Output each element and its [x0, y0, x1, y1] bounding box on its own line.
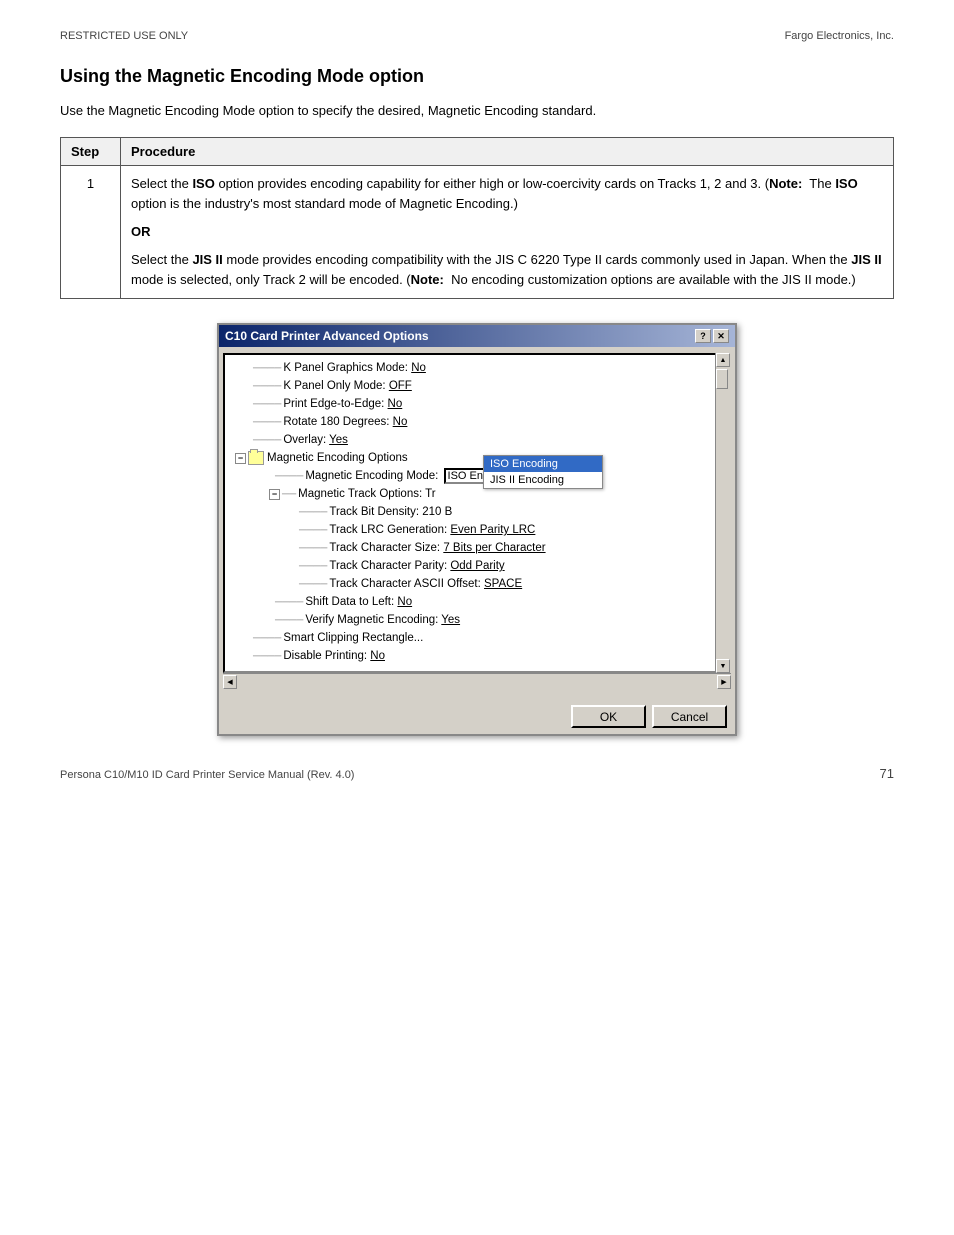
vertical-scrollbar[interactable]: ▲ ▼: [715, 353, 731, 673]
dialog-title-buttons: ? ✕: [695, 329, 729, 343]
horiz-scroll-track: [237, 675, 717, 689]
dialog: C10 Card Printer Advanced Options ? ✕ ──…: [217, 323, 737, 736]
tree-item-char-parity[interactable]: ──── Track Character Parity: Odd Parity: [225, 557, 729, 575]
tree-line-icon: ────: [253, 363, 281, 374]
dialog-wrapper: C10 Card Printer Advanced Options ? ✕ ──…: [60, 323, 894, 736]
tree-item-bit-density[interactable]: ──── Track Bit Density: 210 B: [225, 503, 729, 521]
tree-item-edge-to-edge[interactable]: ──── Print Edge-to-Edge: No: [225, 395, 729, 413]
tree-line-icon: ────: [253, 381, 281, 392]
step-content: Select the ISO option provides encoding …: [121, 165, 894, 299]
tree-item-label: K Panel Graphics Mode: No: [283, 362, 426, 374]
tree-item-kpanel-graphics[interactable]: ──── K Panel Graphics Mode: No: [225, 359, 729, 377]
tree-item-overlay[interactable]: ──── Overlay: Yes: [225, 431, 729, 449]
expand-icon[interactable]: −: [235, 453, 246, 464]
tree-item-rotate[interactable]: ──── Rotate 180 Degrees: No: [225, 413, 729, 431]
tree-item-label: Overlay: Yes: [283, 434, 348, 446]
tree-line-icon: ────: [299, 579, 327, 590]
tree-item-label: Print Edge-to-Edge: No: [283, 398, 402, 410]
tree-line-icon: ────: [253, 435, 281, 446]
scroll-right-button[interactable]: ▶: [717, 675, 731, 689]
tree-item-magnetic-encoding-root[interactable]: − Magnetic Encoding Options: [225, 449, 729, 467]
tree-line-icon: ────: [253, 399, 281, 410]
header: RESTRICTED USE ONLY Fargo Electronics, I…: [60, 30, 894, 42]
footer: Persona C10/M10 ID Card Printer Service …: [60, 766, 894, 781]
tree-item-kpanel-only[interactable]: ──── K Panel Only Mode: OFF: [225, 377, 729, 395]
tree-item-disable-printing[interactable]: ──── Disable Printing: No: [225, 647, 729, 665]
tree-item-shift-data[interactable]: ──── Shift Data to Left: No: [225, 593, 729, 611]
tree-item-label: Verify Magnetic Encoding: Yes: [305, 614, 460, 626]
expand-icon[interactable]: −: [269, 489, 280, 500]
tree-item-label: Track LRC Generation: Even Parity LRC: [329, 524, 535, 536]
folder-icon: [248, 451, 264, 465]
tree-item-char-size[interactable]: ──── Track Character Size: 7 Bits per Ch…: [225, 539, 729, 557]
tree-item-label: Magnetic Track Options: Tr: [298, 488, 435, 500]
tree-item-label: Track Character Size: 7 Bits per Charact…: [329, 542, 545, 554]
tree-line-icon: ────: [299, 525, 327, 536]
tree-item-label: Track Bit Density: 210 B: [329, 506, 452, 518]
tree-line-icon: ────: [275, 615, 303, 626]
dialog-footer: OK Cancel: [219, 699, 735, 734]
tree-line-icon: ────: [253, 651, 281, 662]
tree-item-lrc[interactable]: ──── Track LRC Generation: Even Parity L…: [225, 521, 729, 539]
tree-line-icon: ──: [282, 489, 296, 500]
tree-line-icon: ────: [253, 633, 281, 644]
header-right: Fargo Electronics, Inc.: [785, 30, 894, 42]
tree-item-ascii-offset[interactable]: ──── Track Character ASCII Offset: SPACE: [225, 575, 729, 593]
tree-item-label: K Panel Only Mode: OFF: [283, 380, 411, 392]
header-left: RESTRICTED USE ONLY: [60, 30, 188, 42]
tree-line-icon: ────: [299, 561, 327, 572]
footer-left: Persona C10/M10 ID Card Printer Service …: [60, 769, 354, 781]
tree-line-icon: ────: [275, 597, 303, 608]
ok-button[interactable]: OK: [571, 705, 646, 728]
tree-line-icon: ────: [253, 417, 281, 428]
scroll-left-button[interactable]: ◀: [223, 675, 237, 689]
dialog-body: ──── K Panel Graphics Mode: No ──── K Pa…: [219, 347, 735, 699]
scroll-thumb[interactable]: [716, 369, 728, 389]
tree-item-verify[interactable]: ──── Verify Magnetic Encoding: Yes: [225, 611, 729, 629]
scroll-up-button[interactable]: ▲: [716, 353, 730, 367]
tree-item-encoding-mode[interactable]: ──── Magnetic Encoding Mode: ▼: [225, 467, 729, 485]
tree-item-track-options[interactable]: − ── Magnetic Track Options: Tr: [225, 485, 729, 503]
tree-item-label: Track Character Parity: Odd Parity: [329, 560, 504, 572]
scroll-track: [716, 367, 731, 659]
tree-item-label: Magnetic Encoding Mode:: [305, 470, 441, 482]
tree-line-icon: ────: [299, 543, 327, 554]
cancel-button[interactable]: Cancel: [652, 705, 727, 728]
help-button[interactable]: ?: [695, 329, 711, 343]
step-number: 1: [61, 165, 121, 299]
tree-item-label: Smart Clipping Rectangle...: [283, 632, 423, 644]
table-row: 1 Select the ISO option provides encodin…: [61, 165, 894, 299]
tree-item-label: Rotate 180 Degrees: No: [283, 416, 407, 428]
procedure-table: Step Procedure 1 Select the ISO option p…: [60, 137, 894, 300]
horizontal-scrollbar[interactable]: ◀ ▶: [223, 673, 731, 689]
encoding-mode-dropdown-popup[interactable]: ISO Encoding JIS II Encoding: [483, 455, 603, 489]
col-procedure: Procedure: [121, 137, 894, 165]
page-title: Using the Magnetic Encoding Mode option: [60, 66, 894, 87]
dropdown-option-iso[interactable]: ISO Encoding: [484, 456, 602, 472]
intro-text: Use the Magnetic Encoding Mode option to…: [60, 101, 894, 121]
tree-item-label: Disable Printing: No: [283, 650, 385, 662]
tree-line-icon: ────: [299, 507, 327, 518]
close-button[interactable]: ✕: [713, 329, 729, 343]
col-step: Step: [61, 137, 121, 165]
dialog-titlebar: C10 Card Printer Advanced Options ? ✕: [219, 325, 735, 347]
tree-area[interactable]: ──── K Panel Graphics Mode: No ──── K Pa…: [223, 353, 731, 673]
tree-line-icon: ────: [275, 471, 303, 482]
scroll-down-button[interactable]: ▼: [716, 659, 730, 673]
dialog-title: C10 Card Printer Advanced Options: [225, 329, 429, 343]
tree-item-label: Shift Data to Left: No: [305, 596, 412, 608]
tree-container: ──── K Panel Graphics Mode: No ──── K Pa…: [223, 353, 731, 673]
page-number: 71: [880, 766, 894, 781]
tree-item-smart-clipping[interactable]: ──── Smart Clipping Rectangle...: [225, 629, 729, 647]
dropdown-option-jis[interactable]: JIS II Encoding: [484, 472, 602, 488]
tree-item-label: Magnetic Encoding Options: [267, 452, 408, 464]
tree-item-label: Track Character ASCII Offset: SPACE: [329, 578, 522, 590]
